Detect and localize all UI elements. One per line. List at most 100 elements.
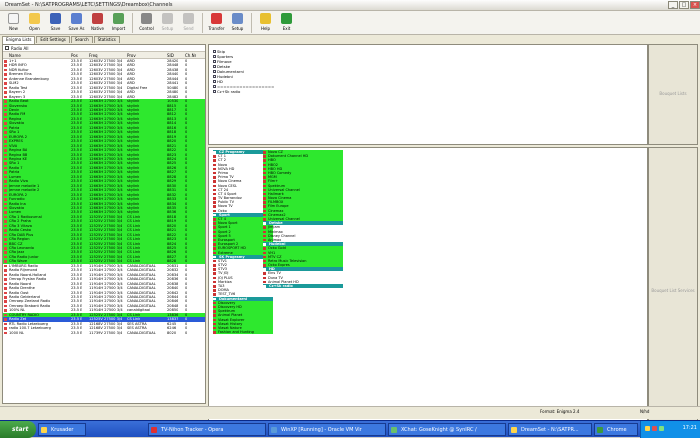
radio-service-icon [4, 251, 7, 254]
checkbox-icon[interactable] [213, 55, 216, 58]
radio-service-icon [4, 77, 7, 81]
radio-service-icon [4, 131, 7, 134]
checkbox-icon[interactable] [213, 50, 216, 53]
tab-edit-settings[interactable]: Edit Settings [36, 36, 70, 43]
bouquet-header[interactable]: Cz+Sk radio [263, 284, 343, 289]
favorite-item[interactable]: Cz+Sk radio [213, 89, 240, 94]
radio-service-icon [4, 309, 7, 312]
tray-icon[interactable] [659, 426, 664, 431]
radio-service-icon [4, 60, 7, 63]
radio-service-icon [4, 273, 7, 277]
radio-service-icon [4, 95, 7, 99]
col-pos-header[interactable]: Pos [71, 52, 78, 59]
radio-service-icon [4, 269, 7, 272]
favorite-label: Cz+Sk radio [217, 89, 241, 94]
folder-icon [29, 13, 40, 24]
cell-freq: 11739V 27500 3/4 [89, 330, 123, 335]
checkbox-icon[interactable] [213, 85, 216, 88]
control-button[interactable]: Control [136, 11, 157, 35]
bouquet-list-services-button[interactable]: Bouquet List Services [648, 147, 698, 434]
toolbar-separator [202, 13, 203, 33]
bouquet-lists-button[interactable]: Bouquet Lists [648, 44, 698, 145]
col-chnr-header[interactable]: Ch.Nr [185, 52, 196, 59]
radio-service-icon [4, 108, 7, 112]
close-button[interactable]: × [690, 1, 700, 9]
channel-list-panel[interactable]: Radio All Name Pos Freq Prov SID Ch.Nr 1… [2, 44, 206, 404]
transfer-icon [211, 13, 222, 24]
radio-service-icon [4, 64, 7, 67]
bouquet-area: Skip Sporters Filmove Detske Dokumentarni Hud… [208, 36, 700, 434]
col-sid-header[interactable]: SID [167, 52, 174, 59]
cell-prov: CANALDIGITAAL [127, 330, 156, 335]
open-button[interactable]: Open [24, 11, 45, 35]
checkbox-icon[interactable] [213, 65, 216, 68]
radio-service-icon [4, 144, 7, 148]
radio-service-icon [4, 264, 7, 268]
krusader-icon [41, 427, 47, 433]
checkbox-icon[interactable] [213, 90, 216, 93]
radio-service-icon [4, 162, 7, 165]
radio-service-icon [4, 296, 7, 299]
radio-service-icon [4, 255, 7, 259]
radio-service-icon [4, 180, 7, 183]
import-icon [113, 13, 124, 24]
maximize-button[interactable]: □ [679, 1, 689, 9]
task-opera[interactable]: TV-Nihon Tracker - Opera [148, 423, 266, 436]
transfer-button[interactable]: Transfer [206, 11, 227, 35]
tab-enigma-lists[interactable]: Enigma Lists [2, 36, 36, 44]
import-button[interactable]: Import [108, 11, 129, 35]
radio-service-icon [4, 171, 7, 174]
save-as-button[interactable]: Save As [66, 11, 87, 35]
help-icon [260, 13, 271, 24]
disk-icon [71, 13, 82, 24]
tab-search[interactable]: Search [70, 36, 93, 43]
checkbox-icon[interactable] [213, 80, 216, 83]
clock: 17:21 [682, 425, 697, 431]
radio-service-icon [4, 300, 7, 303]
setup-button-disabled[interactable]: Setup [157, 11, 178, 35]
tray-icon[interactable] [645, 426, 650, 431]
tab-statistics[interactable]: Statistics [93, 36, 120, 43]
start-button[interactable]: start [0, 421, 36, 438]
radio-service-icon [4, 278, 7, 281]
ext-status: N/hd [640, 409, 650, 414]
send-button[interactable]: Send [178, 11, 199, 35]
checkbox-icon[interactable] [213, 75, 216, 78]
toolbar: New Open Save Save As Native Import Cont… [0, 11, 700, 35]
radio-service-icon [4, 86, 7, 90]
checkbox-icon[interactable] [213, 70, 216, 73]
chrome-icon [597, 427, 603, 433]
checkbox-icon[interactable] [213, 60, 216, 63]
save-button[interactable]: Save [45, 11, 66, 35]
help-button[interactable]: Help [255, 11, 276, 35]
channel-row[interactable]: 1000 NL 23.5 E 11739V 27500 3/4 CANALDIGITA… [3, 331, 205, 335]
task-dreamset[interactable]: DreamSet - N:\SATPR... [508, 423, 592, 436]
radio-service-icon [4, 140, 7, 143]
bouquet-service[interactable]: Fashion and Hunting [213, 330, 273, 335]
col-prov-header[interactable]: Prov [127, 52, 136, 59]
radio-service-icon [4, 229, 7, 232]
task-xchat[interactable]: XChat: GoseKnight @ SynIRC / [388, 423, 506, 436]
radio-service-icon [4, 126, 7, 130]
exit-button[interactable]: Exit [276, 11, 297, 35]
radio-service-icon [4, 73, 7, 76]
task-krusader[interactable]: Krusader [38, 423, 86, 436]
favorites-panel[interactable]: Skip Sporters Filmove Detske Dokumentarni Hud… [208, 44, 648, 145]
radio-all-checkbox[interactable] [5, 46, 9, 50]
radio-service-icon [4, 215, 7, 219]
new-button[interactable]: New [3, 11, 24, 35]
bouquet-services-panel[interactable]: CZ Programy CT 1 CT 2 Nova NOVA HD Prima Prima… [208, 147, 648, 434]
native-button[interactable]: Native [87, 11, 108, 35]
setup-button[interactable]: Setup [227, 11, 248, 35]
task-virtualbox[interactable]: WinXP [Running] - Oracle VM Vir [268, 423, 386, 436]
task-chrome[interactable]: Chrome [594, 423, 638, 436]
col-freq-header[interactable]: Freq [89, 52, 98, 59]
tab-strip: Enigma Lists Edit Settings Search Statis… [0, 36, 210, 44]
tray-icon[interactable] [652, 426, 657, 431]
radio-service-icon [4, 166, 7, 170]
minimize-button[interactable]: _ [668, 1, 678, 9]
new-file-icon [8, 13, 19, 24]
radio-service-icon [4, 260, 7, 263]
bouquet-column-2: Nova CZ Dokument Channel HD HBO HBO2 HBO HD H… [263, 150, 343, 289]
col-name-header[interactable]: Name [9, 52, 21, 59]
